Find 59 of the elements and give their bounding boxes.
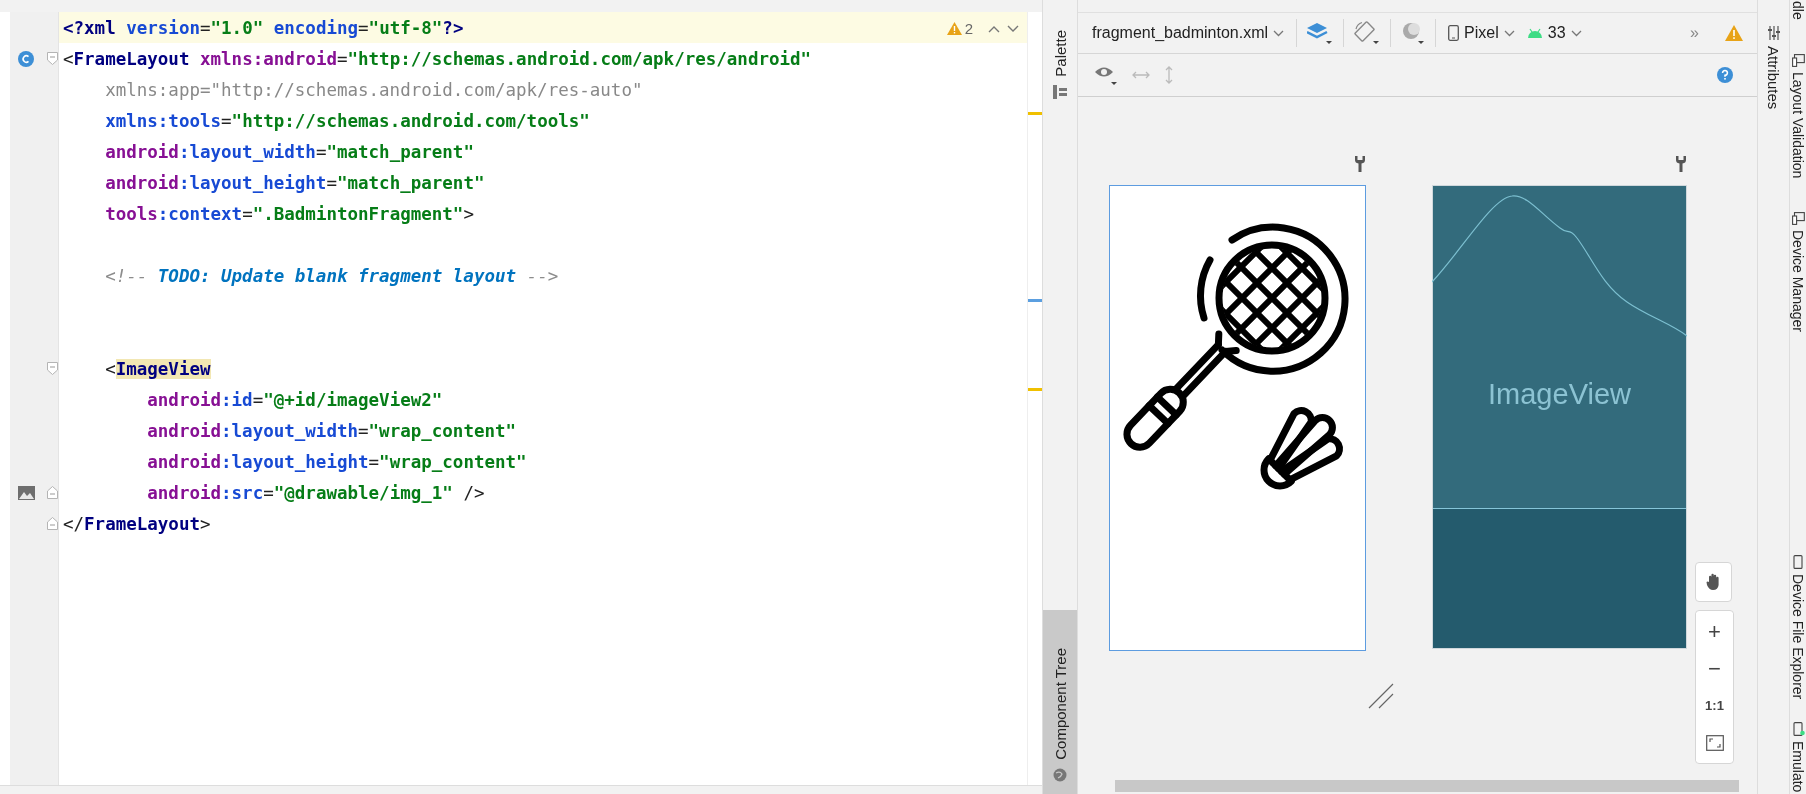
code-line: android:layout_height="match_parent" [104, 171, 485, 194]
tool-window-tab[interactable]: Device Manager [1790, 212, 1806, 332]
hand-icon[interactable] [1705, 573, 1722, 591]
code-line: <?xml version="1.0" encoding="utf-8"?> [63, 16, 464, 39]
code-line: android:layout_width="match_parent" [104, 140, 474, 163]
window-icon[interactable] [1791, 212, 1805, 226]
night-mode-icon[interactable] [1401, 21, 1426, 45]
code-line: android:src="@drawable/img_1" /> [146, 481, 485, 504]
code-line: xmlns:tools="http://schemas.android.com/tools" [104, 109, 590, 132]
phone-icon[interactable] [1791, 721, 1805, 736]
palette-icon[interactable] [1053, 84, 1067, 99]
design-preview[interactable] [1109, 185, 1366, 651]
image-icon [17, 485, 35, 500]
window-icon[interactable] [1791, 53, 1805, 67]
chevron-up-icon[interactable] [988, 24, 1000, 33]
globe-icon[interactable] [1053, 768, 1067, 782]
image-view-label: ImageView [1488, 378, 1631, 411]
sliders-icon[interactable] [1766, 26, 1781, 40]
help-icon[interactable] [1717, 67, 1733, 83]
fold-icon[interactable] [47, 486, 58, 499]
file-dropdown[interactable]: fragment_badminton.xml [1090, 24, 1287, 42]
chevron-down-icon[interactable] [1570, 29, 1582, 37]
palette-tab[interactable]: Palette [1043, 22, 1077, 107]
wrench-icon[interactable] [1354, 155, 1366, 173]
scrollbar-thumb[interactable] [1115, 780, 1739, 792]
code-line: <!-- TODO: Update blank fragment layout --> [104, 264, 559, 287]
warning-count: 2 [964, 20, 973, 37]
chevron-down-icon[interactable] [1273, 29, 1285, 37]
chevron-down-icon[interactable] [1503, 29, 1515, 37]
fit-icon[interactable] [1705, 734, 1724, 751]
tool-window-tab[interactable]: dle [1790, 1, 1806, 20]
code-line: <FrameLayout xmlns:android="http://schemas.android.com/apk/res/android" [63, 47, 812, 70]
fold-icon[interactable] [47, 52, 58, 65]
code-line: android:layout_width="wrap_content" [146, 419, 517, 442]
layers-icon[interactable] [1307, 21, 1334, 45]
phone-icon[interactable] [1448, 25, 1460, 41]
rotate-icon[interactable] [1354, 21, 1381, 45]
code-line: <ImageView [104, 357, 211, 380]
component-tree-tab[interactable]: Component Tree [1043, 610, 1077, 794]
tool-window-tab[interactable]: Emulato [1790, 721, 1806, 792]
tool-window-tab[interactable]: Device File Explorer [1790, 555, 1806, 700]
code-line: android:layout_height="wrap_content" [146, 450, 527, 473]
class-icon [18, 50, 34, 67]
api-level-dropdown[interactable]: 33 [1524, 24, 1584, 42]
wrench-icon[interactable] [1675, 155, 1687, 173]
tool-window-tab[interactable]: Layout Validation [1790, 53, 1806, 179]
code-line: android:id="@+id/imageView2" [146, 388, 443, 411]
warning-icon[interactable] [946, 22, 962, 35]
resize-handle[interactable] [1368, 683, 1394, 709]
fold-icon[interactable] [47, 517, 58, 530]
pan-button[interactable] [1695, 562, 1732, 602]
code-line: </FrameLayout> [63, 512, 211, 535]
code-line: tools:context=".BadmintonFragment"> [104, 202, 474, 225]
fold-icon[interactable] [47, 362, 58, 375]
code-line: xmlns:app="http://schemas.android.com/apk/res-auto" [104, 78, 643, 101]
chevron-down-icon[interactable] [1007, 24, 1019, 33]
attributes-tab[interactable]: Attributes [1758, 0, 1789, 110]
device-dropdown[interactable]: Pixel [1446, 24, 1517, 42]
phone-icon[interactable] [1791, 555, 1805, 570]
